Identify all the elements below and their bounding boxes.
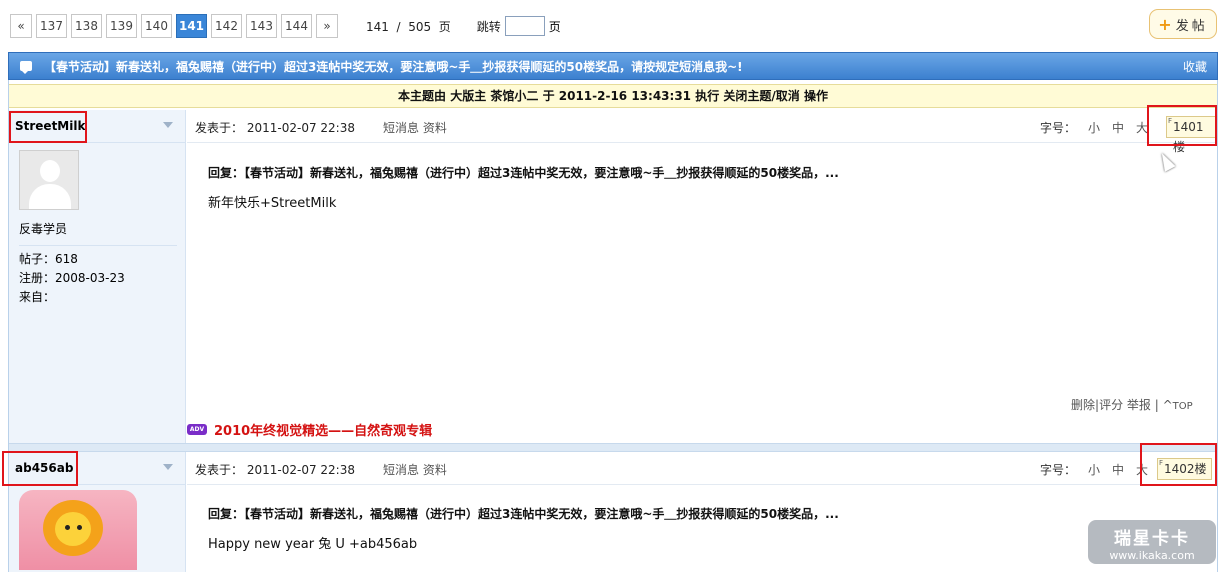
lion-avatar (19, 490, 137, 570)
profile-link[interactable]: 资料 (423, 463, 447, 477)
highlight-floor-1 (1147, 105, 1217, 146)
font-small-button[interactable]: 小 (1088, 463, 1100, 477)
font-medium-button[interactable]: 中 (1112, 121, 1124, 135)
posted-time: 2011-02-07 22:38 (246, 463, 355, 477)
watermark-logo: 瑞星卡卡 www.ikaka.com (1088, 520, 1216, 564)
post-count: 帖子：618 (19, 252, 78, 266)
post-1401: StreetMilk 反毒学员 帖子：618 注册：2008-03-23 来自：… (9, 110, 1217, 443)
register-date: 注册：2008-03-23 (19, 271, 125, 285)
reply-title: 回复：【春节活动】新春送礼，福兔赐禧（进行中）超过3连帖中奖无效，要注意哦~手＿… (208, 166, 839, 180)
dropdown-triangle-icon[interactable] (163, 122, 173, 128)
delete-link[interactable]: 删除 (1071, 398, 1095, 412)
user-group: 反毒学员 (19, 222, 68, 236)
highlight-floor-2 (1140, 443, 1217, 486)
posted-prefix: 发表于： (195, 121, 244, 135)
pager-next-button[interactable]: » (316, 14, 338, 38)
thread-title-bar: 【春节活动】新春送礼，福兔赐禧（进行中）超过3连帖中奖无效，要注意哦~手＿抄报获… (8, 52, 1218, 80)
post-content: 新年快乐+StreetMilk (208, 196, 337, 211)
thread-title: 【春节活动】新春送礼，福兔赐禧（进行中）超过3连帖中奖无效，要注意哦~手＿抄报获… (44, 59, 743, 74)
pager-page-137[interactable]: 137 (36, 14, 67, 38)
plus-icon: + (1158, 14, 1172, 34)
pager-page-138[interactable]: 138 (71, 14, 102, 38)
pager-page-142[interactable]: 142 (211, 14, 242, 38)
pm-link[interactable]: 短消息 (383, 463, 419, 477)
post-content: Happy new year 兔 U +ab456ab (208, 537, 418, 552)
pager-page-140[interactable]: 140 (141, 14, 172, 38)
adv-badge-icon: ADV (187, 424, 207, 435)
user-from: 来自： (19, 290, 56, 304)
ad-text[interactable]: 2010年终视觉精选——自然奇观专辑 (214, 420, 432, 439)
user-sidebar: StreetMilk 反毒学员 帖子：618 注册：2008-03-23 来自： (9, 110, 186, 443)
pm-link[interactable]: 短消息 (383, 121, 419, 135)
page-info: 141 / 505 页 (366, 19, 451, 34)
font-small-button[interactable]: 小 (1088, 121, 1100, 135)
pagination: « 137 138 139 140 141 142 143 144 » 141 … (10, 13, 561, 39)
post-divider (9, 443, 1217, 452)
font-size-label: 字号： (1040, 463, 1077, 477)
pager-page-144[interactable]: 144 (281, 14, 312, 38)
new-post-label: 发帖 (1175, 18, 1208, 34)
post-actions: 删除|评分 举报 | ^TOP (1071, 398, 1193, 412)
profile-link[interactable]: 资料 (423, 121, 447, 135)
arrow-up-icon: ^ (1162, 398, 1173, 412)
dropdown-triangle-icon[interactable] (163, 464, 173, 470)
watermark-text: 瑞星卡卡 (1114, 529, 1190, 549)
rate-link[interactable]: 评分 (1099, 398, 1123, 412)
new-post-button[interactable]: + 发帖 (1149, 9, 1217, 39)
report-link[interactable]: 举报 (1127, 398, 1151, 412)
ad-banner[interactable]: ADV 2010年终视觉精选——自然奇观专辑 (187, 420, 432, 439)
jump-suffix: 页 (548, 19, 561, 34)
avatar (19, 150, 79, 210)
pager-page-143[interactable]: 143 (246, 14, 277, 38)
pager-page-current: 141 (176, 14, 207, 38)
pager-page-139[interactable]: 139 (106, 14, 137, 38)
reply-title: 回复：【春节活动】新春送礼，福兔赐禧（进行中）超过3连帖中奖无效，要注意哦~手＿… (208, 507, 839, 521)
font-size-label: 字号： (1040, 121, 1077, 135)
moderation-notice: 本主题由 大版主 茶馆小二 于 2011-2-16 13:43:31 执行 关闭… (9, 84, 1217, 108)
jump-input[interactable] (504, 16, 545, 36)
highlight-username-2 (2, 451, 78, 486)
post-header: 发表于： 2011-02-07 22:38 短消息 资料 字号：小中大 1402… (187, 452, 1217, 485)
posted-prefix: 发表于： (195, 463, 244, 477)
favorite-link[interactable]: 收藏 (1183, 58, 1207, 75)
speech-bubble-icon (20, 61, 32, 74)
font-medium-button[interactable]: 中 (1112, 463, 1124, 477)
watermark-url: www.ikaka.com (1109, 549, 1195, 562)
posted-time: 2011-02-07 22:38 (246, 121, 355, 135)
jump-label: 跳转 (476, 19, 501, 34)
top-link[interactable]: TOP (1173, 401, 1193, 412)
highlight-username-1 (9, 111, 87, 143)
post-header: 发表于： 2011-02-07 22:38 短消息 资料 字号：小中大 1401… (187, 110, 1217, 154)
pager-prev-button[interactable]: « (10, 14, 32, 38)
